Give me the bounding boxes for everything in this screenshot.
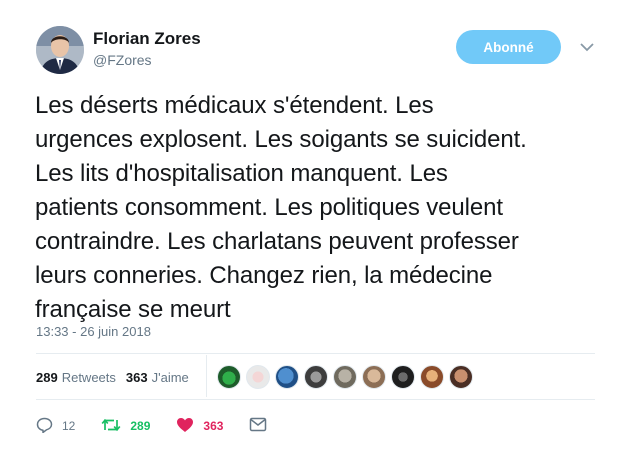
tweet-text-line: Les déserts médicaux s'étendent. Les (35, 92, 434, 119)
tweet-text: Les déserts médicaux s'étendent. Les urg… (35, 89, 610, 327)
tweet-actions: 12 289 363 (36, 414, 293, 438)
direct-message-button[interactable] (249, 417, 267, 435)
author-handle[interactable]: @FZores (93, 52, 152, 68)
stats-divider (206, 355, 207, 397)
divider (36, 399, 595, 400)
likes-label: J'aime (151, 369, 189, 385)
retweets-count: 289 (36, 369, 58, 385)
retweets-label: Retweets (61, 369, 116, 385)
tweet-text-line: française se meurt (35, 296, 231, 323)
tweet-text-line: urgences explosent. Les soigants se suic… (35, 126, 527, 153)
tweet-card: Florian Zores @FZores Abonné Les déserts… (0, 0, 629, 464)
liker-avatar[interactable] (333, 365, 357, 389)
tweet-text-line: Les lits d'hospitalisation manquent. Les (35, 160, 448, 187)
liker-avatar[interactable] (304, 365, 328, 389)
like-count: 363 (203, 419, 224, 433)
retweet-count: 289 (130, 419, 151, 433)
tweet-text-line: patients consomment. Les politiques veul… (35, 194, 503, 221)
liker-avatar[interactable] (217, 365, 241, 389)
reply-count: 12 (62, 419, 76, 433)
likes-stat[interactable]: 363 J'aime (126, 370, 189, 385)
reply-icon (36, 417, 53, 436)
author-avatar[interactable] (36, 26, 84, 74)
tweet-text-line: leurs conneries. Changez rien, la médeci… (35, 262, 493, 289)
retweets-stat[interactable]: 289 Retweets (36, 370, 116, 385)
follow-button[interactable]: Abonné (456, 30, 561, 64)
like-button[interactable]: 363 (176, 417, 223, 436)
liker-avatars (217, 365, 478, 389)
divider (36, 353, 595, 354)
liker-avatar[interactable] (275, 365, 299, 389)
tweet-timestamp[interactable]: 13:33 - 26 juin 2018 (36, 324, 151, 339)
heart-icon (176, 417, 194, 436)
retweet-icon (101, 417, 121, 436)
engagement-stats: 289 Retweets 363 J'aime (36, 362, 189, 392)
liker-avatar[interactable] (420, 365, 444, 389)
likes-count: 363 (125, 369, 148, 385)
retweet-button[interactable]: 289 (101, 417, 150, 436)
liker-avatar[interactable] (391, 365, 415, 389)
liker-avatar[interactable] (449, 365, 473, 389)
chevron-down-icon[interactable] (578, 38, 596, 56)
liker-avatar[interactable] (246, 365, 270, 389)
liker-avatar[interactable] (362, 365, 386, 389)
tweet-text-line: contraindre. Les charlatans peuvent prof… (35, 228, 519, 255)
message-icon (249, 417, 267, 435)
reply-button[interactable]: 12 (36, 417, 75, 436)
author-name[interactable]: Florian Zores (93, 29, 201, 49)
